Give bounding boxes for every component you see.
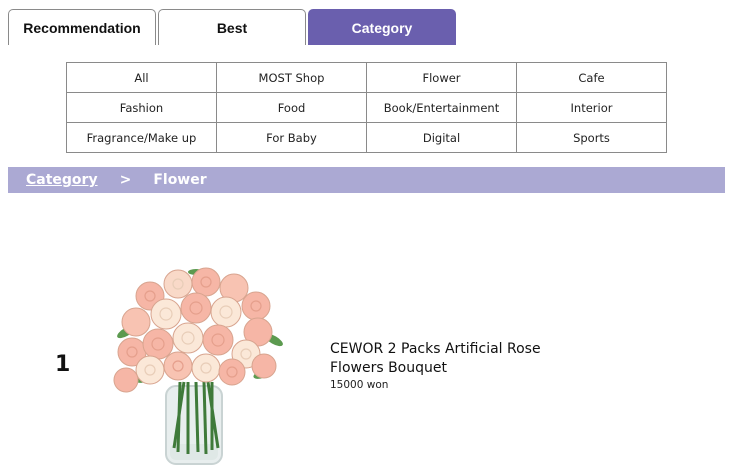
tab-recommendation[interactable]: Recommendation	[8, 9, 156, 45]
category-for-baby[interactable]: For Baby	[217, 123, 367, 153]
category-sports[interactable]: Sports	[517, 123, 667, 153]
category-food[interactable]: Food	[217, 93, 367, 123]
category-digital[interactable]: Digital	[367, 123, 517, 153]
tab-bar: Recommendation Best Category	[8, 9, 458, 45]
category-cafe[interactable]: Cafe	[517, 63, 667, 93]
product-name[interactable]: CEWOR 2 Packs Artificial Rose Flowers Bo…	[330, 340, 590, 378]
category-all[interactable]: All	[67, 63, 217, 93]
product-price: 15000 won	[330, 379, 389, 391]
category-fragrance-makeup[interactable]: Fragrance/Make up	[67, 123, 217, 153]
breadcrumb: Category > Flower	[8, 167, 725, 193]
category-book-entertainment[interactable]: Book/Entertainment	[367, 93, 517, 123]
breadcrumb-current: Flower	[153, 172, 207, 188]
tab-best[interactable]: Best	[158, 9, 306, 45]
tab-category[interactable]: Category	[308, 9, 456, 45]
product-rank: 1	[55, 352, 71, 377]
category-fashion[interactable]: Fashion	[67, 93, 217, 123]
category-interior[interactable]: Interior	[517, 93, 667, 123]
product-image[interactable]	[108, 262, 290, 468]
breadcrumb-category-link[interactable]: Category	[26, 172, 98, 188]
category-flower[interactable]: Flower	[367, 63, 517, 93]
breadcrumb-separator: >	[119, 172, 132, 188]
category-grid: All MOST Shop Flower Cafe Fashion Food B…	[66, 62, 667, 153]
category-most-shop[interactable]: MOST Shop	[217, 63, 367, 93]
